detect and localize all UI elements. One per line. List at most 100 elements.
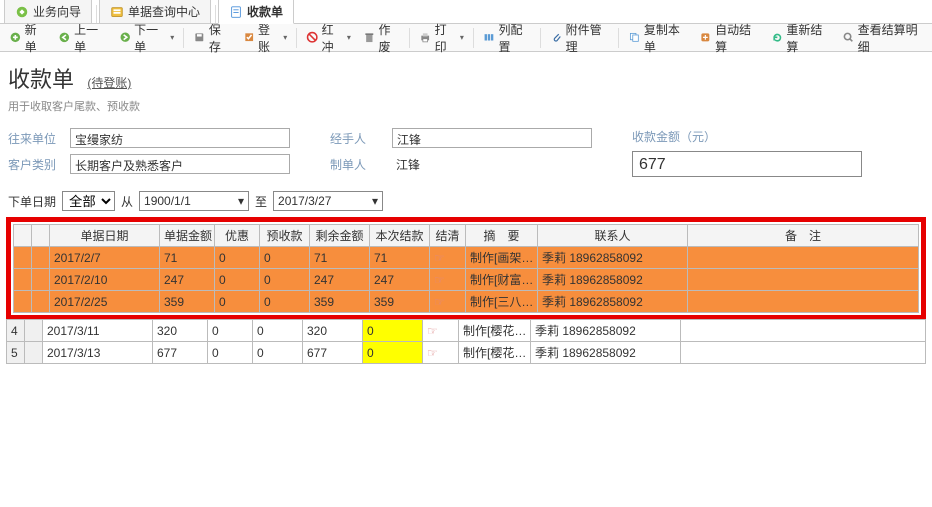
dropdown-icon[interactable]: ▾ — [347, 33, 351, 42]
contact-cell: 季莉 18962858092 — [538, 269, 688, 291]
tab-label: 业务向导 — [33, 3, 81, 20]
col-remain[interactable]: 剩余金额 — [310, 225, 370, 247]
range-select[interactable]: 全部 — [62, 191, 115, 211]
tab-receipt[interactable]: 收款单 — [218, 0, 294, 24]
void-button[interactable]: 作废 — [358, 19, 405, 57]
filter-bar: 下单日期 全部 从 1900/1/1▾ 至 2017/3/27▾ — [0, 185, 932, 217]
from-label: 从 — [121, 193, 133, 210]
contact-cell: 季莉 18962858092 — [538, 247, 688, 269]
colcfg-button[interactable]: 列配置 — [478, 19, 536, 57]
dropdown-icon: ▾ — [372, 194, 378, 208]
receipt-icon — [229, 5, 243, 19]
summary-cell: 制作[三八… — [466, 291, 538, 313]
dropdown-icon[interactable]: ▾ — [460, 33, 464, 42]
grid-wrap: 单据日期 单据金额 优惠 预收款 剩余金额 本次结款 结清 摘 要 联系人 备 … — [0, 217, 932, 364]
rownum-header — [14, 225, 32, 247]
unit-input[interactable]: 宝缦家纺 — [70, 128, 290, 148]
col-date[interactable]: 单据日期 — [50, 225, 160, 247]
save-icon — [193, 31, 206, 45]
thispay-cell: 0 — [363, 342, 423, 364]
rownum-cell: 5 — [7, 342, 25, 364]
next-button[interactable]: 下一单▾ — [114, 19, 180, 57]
rowsel-header — [32, 225, 50, 247]
print-button[interactable]: 打印▾ — [414, 19, 469, 57]
table-row[interactable]: 2017/2/1024700247247☞制作[财富…季莉 1896285809… — [14, 269, 919, 291]
settle-button[interactable]: ☞ — [423, 320, 459, 342]
rowsel-cell — [25, 342, 43, 364]
autoset-icon — [699, 31, 712, 45]
tab-label: 单据查询中心 — [128, 3, 200, 20]
tab-label: 收款单 — [247, 3, 283, 20]
dropdown-icon[interactable]: ▾ — [283, 33, 287, 42]
redoff-icon — [306, 31, 318, 45]
handler-input[interactable]: 江锋 — [392, 128, 592, 148]
settle-button[interactable]: ☞ — [430, 269, 466, 291]
toolbar-separator — [409, 28, 410, 48]
col-prepay[interactable]: 预收款 — [260, 225, 310, 247]
save-button[interactable]: 保存 — [188, 19, 235, 57]
toolbar-separator — [473, 28, 474, 48]
settle-button[interactable]: ☞ — [423, 342, 459, 364]
note-cell — [688, 269, 919, 291]
table-row[interactable]: 52017/3/13677006770☞制作[樱花…季莉 18962858092 — [7, 342, 926, 364]
settle-button[interactable]: ☞ — [430, 291, 466, 313]
to-date-input[interactable]: 2017/3/27▾ — [273, 191, 383, 211]
discount-cell: 0 — [208, 320, 253, 342]
next-icon — [119, 31, 131, 45]
col-amount[interactable]: 单据金额 — [160, 225, 215, 247]
contact-cell: 季莉 18962858092 — [531, 342, 681, 364]
col-contact[interactable]: 联系人 — [538, 225, 688, 247]
amount-cell: 677 — [153, 342, 208, 364]
guide-icon — [15, 5, 29, 19]
col-discount[interactable]: 优惠 — [215, 225, 260, 247]
table-row[interactable]: 2017/2/771007171☞制作[画架…季莉 18962858092 — [14, 247, 919, 269]
thispay-cell: 247 — [370, 269, 430, 291]
col-settle[interactable]: 结清 — [430, 225, 466, 247]
reset-button[interactable]: 重新结算 — [766, 19, 835, 57]
col-summary[interactable]: 摘 要 — [466, 225, 538, 247]
query-icon — [110, 5, 124, 19]
amount-cell: 359 — [160, 291, 215, 313]
discount-cell: 0 — [208, 342, 253, 364]
summary-cell: 制作[樱花… — [459, 342, 531, 364]
contact-cell: 季莉 18962858092 — [538, 291, 688, 313]
prepay-cell: 0 — [260, 269, 310, 291]
from-date-input[interactable]: 1900/1/1▾ — [139, 191, 249, 211]
note-cell — [681, 320, 926, 342]
toolbar: 新单 上一单 下一单▾ 保存 登账▾ 红冲▾ 作废 打印▾ 列配置 附件管理 复… — [0, 24, 932, 52]
prev-button[interactable]: 上一单 — [53, 19, 111, 57]
post-icon — [243, 31, 255, 45]
summary-cell: 制作[财富… — [466, 269, 538, 291]
rowsel-cell — [25, 320, 43, 342]
category-input[interactable]: 长期客户及熟悉客户 — [70, 154, 290, 174]
thispay-cell: 359 — [370, 291, 430, 313]
amount-input[interactable]: 677 — [632, 151, 862, 177]
table-row[interactable]: 42017/3/11320003200☞制作[樱花…季莉 18962858092 — [7, 320, 926, 342]
rowsel-cell — [32, 247, 50, 269]
col-thispay[interactable]: 本次结款 — [370, 225, 430, 247]
note-cell — [681, 342, 926, 364]
toolbar-separator — [296, 28, 297, 48]
autoset-button[interactable]: 自动结算 — [694, 19, 763, 57]
discount-cell: 0 — [215, 247, 260, 269]
remain-cell: 247 — [310, 269, 370, 291]
viewdet-icon — [842, 31, 855, 45]
attach-button[interactable]: 附件管理 — [545, 19, 614, 57]
copy-button[interactable]: 复制本单 — [623, 19, 692, 57]
settle-button[interactable]: ☞ — [430, 247, 466, 269]
viewdet-button[interactable]: 查看结算明细 — [837, 19, 928, 57]
toolbar-separator — [540, 28, 541, 48]
table-row[interactable]: 2017/2/2535900359359☞制作[三八…季莉 1896285809… — [14, 291, 919, 313]
dropdown-icon[interactable]: ▾ — [170, 33, 174, 42]
date-cell: 2017/3/11 — [43, 320, 153, 342]
new-button[interactable]: 新单 — [4, 19, 51, 57]
dropdown-icon: ▾ — [238, 194, 244, 208]
prepay-cell: 0 — [260, 247, 310, 269]
post-button[interactable]: 登账▾ — [238, 19, 293, 57]
discount-cell: 0 — [215, 269, 260, 291]
col-note[interactable]: 备 注 — [688, 225, 919, 247]
copy-icon — [628, 31, 641, 45]
date-cell: 2017/2/10 — [50, 269, 160, 291]
attach-icon — [550, 31, 563, 45]
redoff-button[interactable]: 红冲▾ — [301, 19, 356, 57]
